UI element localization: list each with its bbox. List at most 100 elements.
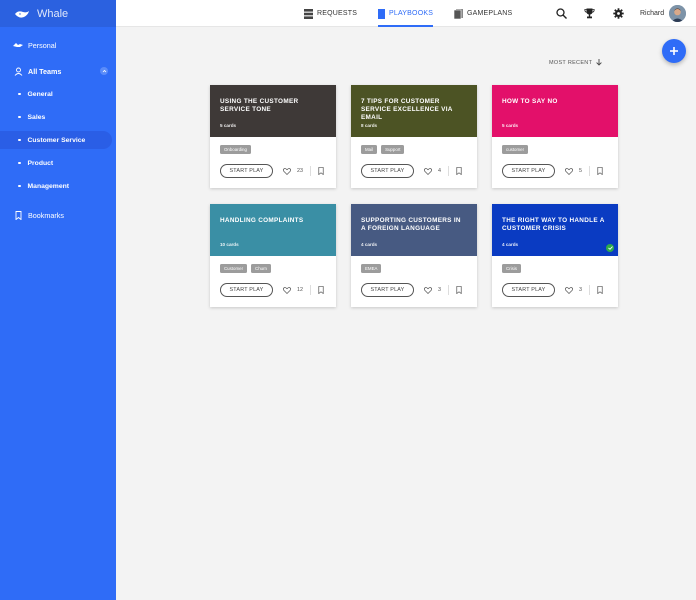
card-header[interactable]: THE RIGHT WAY TO HANDLE A CUSTOMER CRISI… — [492, 204, 618, 256]
card-footer: START PLAY 12 — [220, 283, 326, 297]
like-control[interactable]: 3 — [565, 286, 582, 294]
tag-badge[interactable]: EMEA — [361, 264, 382, 273]
playbook-card[interactable]: SUPPORTING CUSTOMERS IN A FOREIGN LANGUA… — [351, 204, 477, 307]
trophy-icon[interactable] — [584, 8, 595, 19]
whale-icon — [13, 40, 23, 50]
divider — [589, 166, 590, 176]
tag-badge[interactable]: Crisis — [502, 264, 521, 273]
plus-icon — [670, 47, 678, 55]
card-tags: customer — [502, 145, 529, 154]
card-count: 4 cards — [502, 242, 519, 247]
start-play-button[interactable]: START PLAY — [361, 164, 414, 178]
sidebar-item-all-teams[interactable]: All Teams — [0, 65, 116, 77]
like-control[interactable]: 3 — [424, 286, 441, 294]
bullet-icon — [18, 115, 21, 119]
tab-requests[interactable]: REQUESTS — [304, 0, 357, 27]
tag-badge[interactable]: Customer — [220, 264, 248, 273]
playbook-card[interactable]: 7 TIPS FOR CUSTOMER SERVICE EXCELLENCE V… — [351, 85, 477, 188]
sort-label: MOST RECENT — [549, 59, 593, 66]
sidebar-item-label: All Teams — [28, 66, 62, 76]
sidebar-item-label: Bookmarks — [28, 210, 64, 220]
sidebar-team-customer-service[interactable]: Customer Service — [0, 131, 112, 149]
card-header[interactable]: SUPPORTING CUSTOMERS IN A FOREIGN LANGUA… — [351, 204, 477, 256]
bookmark-icon[interactable] — [455, 286, 463, 294]
bookmark-icon[interactable] — [596, 286, 604, 294]
bookmark-icon[interactable] — [596, 167, 604, 175]
playbook-card[interactable]: HOW TO SAY NO 5 cards customer START PLA… — [492, 85, 618, 188]
search-icon[interactable] — [556, 8, 567, 19]
card-header[interactable]: HANDLING COMPLAINTS 10 cards — [210, 204, 336, 256]
like-control[interactable]: 5 — [565, 167, 582, 175]
card-title: HOW TO SAY NO — [502, 98, 558, 105]
bookmark-icon[interactable] — [455, 167, 463, 175]
gameplans-icon — [454, 8, 463, 19]
playbooks-icon — [378, 8, 385, 19]
tag-badge[interactable]: Onboarding — [220, 145, 251, 154]
card-header[interactable]: 7 TIPS FOR CUSTOMER SERVICE EXCELLENCE V… — [351, 85, 477, 137]
gear-icon[interactable] — [613, 8, 624, 19]
sidebar-team-label: Sales — [27, 113, 46, 121]
card-header[interactable]: USING THE CUSTOMER SERVICE TONE 5 cards — [210, 85, 336, 137]
sidebar-team-label: Customer Service — [27, 136, 86, 144]
start-play-button[interactable]: START PLAY — [502, 164, 555, 178]
like-count: 3 — [579, 287, 582, 293]
like-control[interactable]: 4 — [424, 167, 441, 175]
bullet-icon — [18, 92, 21, 96]
like-control[interactable]: 23 — [283, 167, 303, 175]
card-title: HANDLING COMPLAINTS — [220, 217, 304, 224]
like-control[interactable]: 12 — [283, 286, 303, 294]
tab-gameplans[interactable]: GAMEPLANS — [454, 0, 512, 27]
sidebar-item-bookmarks[interactable]: Bookmarks — [0, 209, 116, 221]
bookmark-icon[interactable] — [317, 167, 325, 175]
like-count: 23 — [297, 168, 303, 174]
bullet-icon — [18, 138, 21, 142]
sidebar-item-personal[interactable]: Personal — [0, 39, 116, 51]
card-count: 5 cards — [220, 123, 237, 128]
like-count: 5 — [579, 168, 582, 174]
card-title: THE RIGHT WAY TO HANDLE A CUSTOMER CRISI… — [502, 217, 605, 232]
like-count: 3 — [438, 287, 441, 293]
tab-playbooks[interactable]: PLAYBOOKS — [378, 0, 434, 27]
card-tags: Mail Support — [361, 145, 405, 154]
card-count: 10 cards — [220, 242, 239, 247]
start-play-button[interactable]: START PLAY — [361, 283, 414, 297]
sidebar-team-management[interactable]: Management — [0, 177, 112, 195]
heart-icon — [283, 286, 291, 294]
tag-badge[interactable]: Support — [381, 145, 405, 154]
card-title: 7 TIPS FOR CUSTOMER SERVICE EXCELLENCE V… — [361, 98, 453, 121]
sidebar-team-sales[interactable]: Sales — [0, 108, 112, 126]
user-name[interactable]: Richard — [640, 10, 664, 17]
divider — [589, 285, 590, 295]
tag-badge[interactable]: Churn — [251, 264, 271, 273]
tab-label: REQUESTS — [317, 10, 358, 17]
sort-control[interactable]: MOST RECENT — [549, 59, 602, 66]
divider — [448, 285, 449, 295]
start-play-button[interactable]: START PLAY — [220, 164, 273, 178]
start-play-button[interactable]: START PLAY — [220, 283, 273, 297]
start-play-button[interactable]: START PLAY — [502, 283, 555, 297]
tab-label: GAMEPLANS — [467, 10, 513, 17]
divider — [310, 166, 311, 176]
tag-badge[interactable]: Mail — [361, 145, 378, 154]
team-icon — [13, 66, 23, 76]
sidebar: Whale Personal All Teams General Sales C… — [0, 0, 116, 600]
add-playbook-button[interactable] — [662, 39, 686, 63]
card-tags: EMEA — [361, 264, 382, 273]
card-header[interactable]: HOW TO SAY NO 5 cards — [492, 85, 618, 137]
collapse-icon[interactable] — [100, 67, 108, 75]
card-footer: START PLAY 4 — [361, 164, 467, 178]
sidebar-team-product[interactable]: Product — [0, 154, 112, 172]
avatar[interactable] — [669, 5, 686, 22]
sidebar-team-general[interactable]: General — [0, 85, 112, 103]
like-count: 4 — [438, 168, 441, 174]
card-tags: Customer Churn — [220, 264, 271, 273]
brand[interactable]: Whale — [0, 0, 116, 27]
divider — [448, 166, 449, 176]
sidebar-team-label: General — [27, 90, 53, 98]
playbook-card[interactable]: THE RIGHT WAY TO HANDLE A CUSTOMER CRISI… — [492, 204, 618, 307]
top-bar: REQUESTS PLAYBOOKS GAMEPLANS Richard — [116, 0, 696, 27]
playbook-card[interactable]: HANDLING COMPLAINTS 10 cards Customer Chu… — [210, 204, 336, 307]
bookmark-icon[interactable] — [317, 286, 325, 294]
playbook-card[interactable]: USING THE CUSTOMER SERVICE TONE 5 cards … — [210, 85, 336, 188]
tag-badge[interactable]: customer — [502, 145, 529, 154]
